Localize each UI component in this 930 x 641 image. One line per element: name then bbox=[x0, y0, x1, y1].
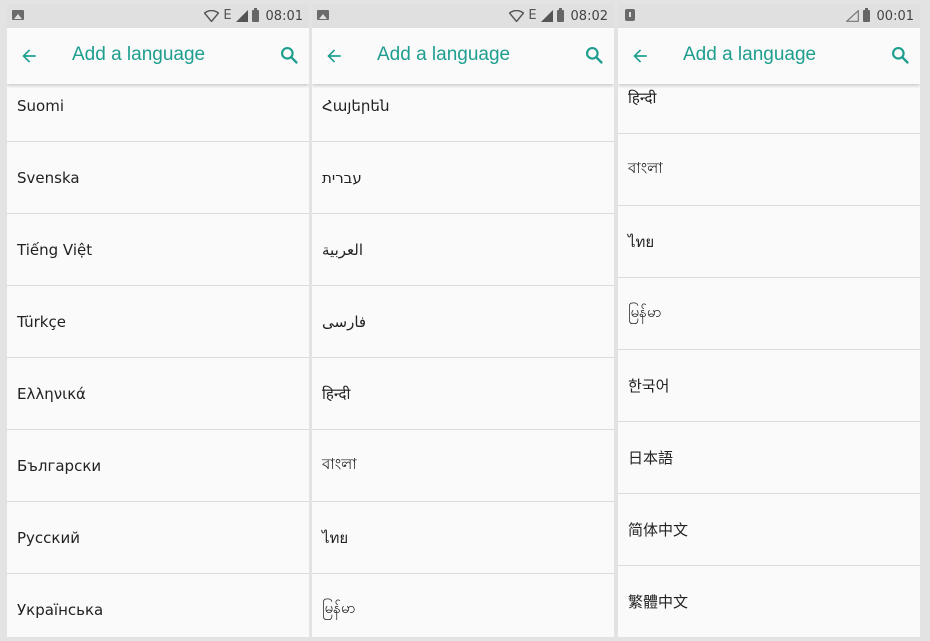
status-time: 08:01 bbox=[265, 8, 303, 24]
language-label: বাংলা bbox=[628, 159, 663, 177]
language-item[interactable]: Русский bbox=[7, 502, 309, 574]
language-label: Български bbox=[17, 456, 102, 475]
status-icons: 00:01 bbox=[845, 4, 914, 28]
status-time: 00:01 bbox=[876, 8, 914, 24]
language-label: Ελληνικά bbox=[17, 384, 86, 403]
language-item[interactable]: हिन्दी bbox=[312, 358, 614, 430]
phone-screen-2: E 08:02 Add a language Հայերեն עברית الع… bbox=[312, 4, 614, 637]
status-bar: E 08:01 bbox=[7, 4, 309, 28]
language-item[interactable]: ไทย bbox=[312, 502, 614, 574]
language-item[interactable]: 日本語 bbox=[618, 422, 920, 494]
language-item[interactable]: မြန်မာ bbox=[312, 574, 614, 637]
alert-icon bbox=[625, 9, 635, 21]
network-type-label: E bbox=[223, 8, 232, 23]
app-bar: Add a language bbox=[618, 28, 920, 84]
signal-icon bbox=[235, 10, 248, 22]
language-item[interactable]: Svenska bbox=[7, 142, 309, 214]
language-list: Suomi Svenska Tiếng Việt Türkçe Ελληνικά… bbox=[7, 84, 309, 637]
language-label: ไทย bbox=[628, 232, 655, 251]
language-item[interactable]: বাংলা bbox=[312, 430, 614, 502]
language-label: Svenska bbox=[17, 168, 80, 187]
language-item[interactable]: Ελληνικά bbox=[7, 358, 309, 430]
language-item[interactable]: Български bbox=[7, 430, 309, 502]
language-label: မြန်မာ bbox=[322, 598, 356, 617]
wifi-icon bbox=[204, 10, 220, 22]
language-label: 한국어 bbox=[628, 377, 670, 395]
language-label: فارسی bbox=[322, 312, 367, 331]
language-item[interactable]: हिन्दी bbox=[618, 84, 920, 134]
app-bar: Add a language bbox=[312, 28, 614, 84]
language-list: हिन्दी বাংলা ไทย မြန်မာ 한국어 日本語 简体中文 繁體中… bbox=[618, 84, 920, 637]
language-list: Հայերեն עברית العربية فارسی हिन्दी বাংলা… bbox=[312, 84, 614, 637]
language-item[interactable]: မြန်မာ bbox=[618, 278, 920, 350]
language-label: Tiếng Việt bbox=[17, 240, 93, 259]
app-bar: Add a language bbox=[7, 28, 309, 84]
language-label: Հայերեն bbox=[322, 96, 390, 115]
page-title: Add a language bbox=[377, 44, 511, 65]
language-label: 简体中文 bbox=[628, 521, 689, 539]
language-item[interactable]: Українська bbox=[7, 574, 309, 637]
language-label: 日本語 bbox=[628, 449, 674, 467]
network-type-label: E bbox=[528, 8, 537, 23]
language-item[interactable]: 繁體中文 bbox=[618, 566, 920, 637]
search-icon[interactable] bbox=[279, 45, 299, 65]
language-label: עברית bbox=[322, 168, 362, 187]
language-label: မြန်မာ bbox=[628, 302, 662, 321]
language-item[interactable]: فارسی bbox=[312, 286, 614, 358]
arrow-back-icon[interactable] bbox=[19, 46, 39, 66]
image-icon bbox=[12, 10, 24, 20]
language-label: Українська bbox=[17, 600, 104, 619]
status-bar: E 08:02 bbox=[312, 4, 614, 28]
language-item[interactable]: বাংলা bbox=[618, 134, 920, 206]
language-item[interactable]: Հայերեն bbox=[312, 84, 614, 142]
language-item[interactable]: עברית bbox=[312, 142, 614, 214]
language-label: বাংলা bbox=[322, 455, 357, 473]
phone-screen-1: E 08:01 Add a language Suomi Svenska Tiế… bbox=[7, 4, 309, 637]
language-item[interactable]: 简体中文 bbox=[618, 494, 920, 566]
battery-icon bbox=[862, 8, 870, 22]
status-icons: E 08:01 bbox=[204, 4, 303, 28]
language-label: العربية bbox=[322, 240, 363, 259]
language-item[interactable]: Suomi bbox=[7, 84, 309, 142]
language-item[interactable]: العربية bbox=[312, 214, 614, 286]
language-label: हिन्दी bbox=[628, 88, 657, 107]
search-icon[interactable] bbox=[584, 45, 604, 65]
language-label: Türkçe bbox=[17, 312, 66, 331]
language-label: ไทย bbox=[322, 528, 349, 547]
arrow-back-icon[interactable] bbox=[630, 46, 650, 66]
page-title: Add a language bbox=[683, 44, 817, 65]
language-item[interactable]: Türkçe bbox=[7, 286, 309, 358]
language-label: हिन्दी bbox=[322, 384, 351, 403]
search-icon[interactable] bbox=[890, 45, 910, 65]
signal-empty-icon bbox=[845, 10, 859, 22]
page-title: Add a language bbox=[72, 44, 206, 65]
language-label: Suomi bbox=[17, 96, 64, 115]
wifi-icon bbox=[509, 10, 525, 22]
status-time: 08:02 bbox=[570, 8, 608, 24]
signal-icon bbox=[540, 10, 553, 22]
language-label: Русский bbox=[17, 528, 80, 547]
image-icon bbox=[317, 10, 329, 20]
phone-screen-3: 00:01 Add a language हिन्दी বাংলা ไทย မြ… bbox=[618, 4, 920, 637]
language-item[interactable]: Tiếng Việt bbox=[7, 214, 309, 286]
arrow-back-icon[interactable] bbox=[324, 46, 344, 66]
language-label: 繁體中文 bbox=[628, 593, 689, 611]
status-icons: E 08:02 bbox=[509, 4, 608, 28]
battery-icon bbox=[251, 8, 259, 22]
language-item[interactable]: 한국어 bbox=[618, 350, 920, 422]
status-bar: 00:01 bbox=[618, 4, 920, 28]
battery-icon bbox=[556, 8, 564, 22]
language-item[interactable]: ไทย bbox=[618, 206, 920, 278]
